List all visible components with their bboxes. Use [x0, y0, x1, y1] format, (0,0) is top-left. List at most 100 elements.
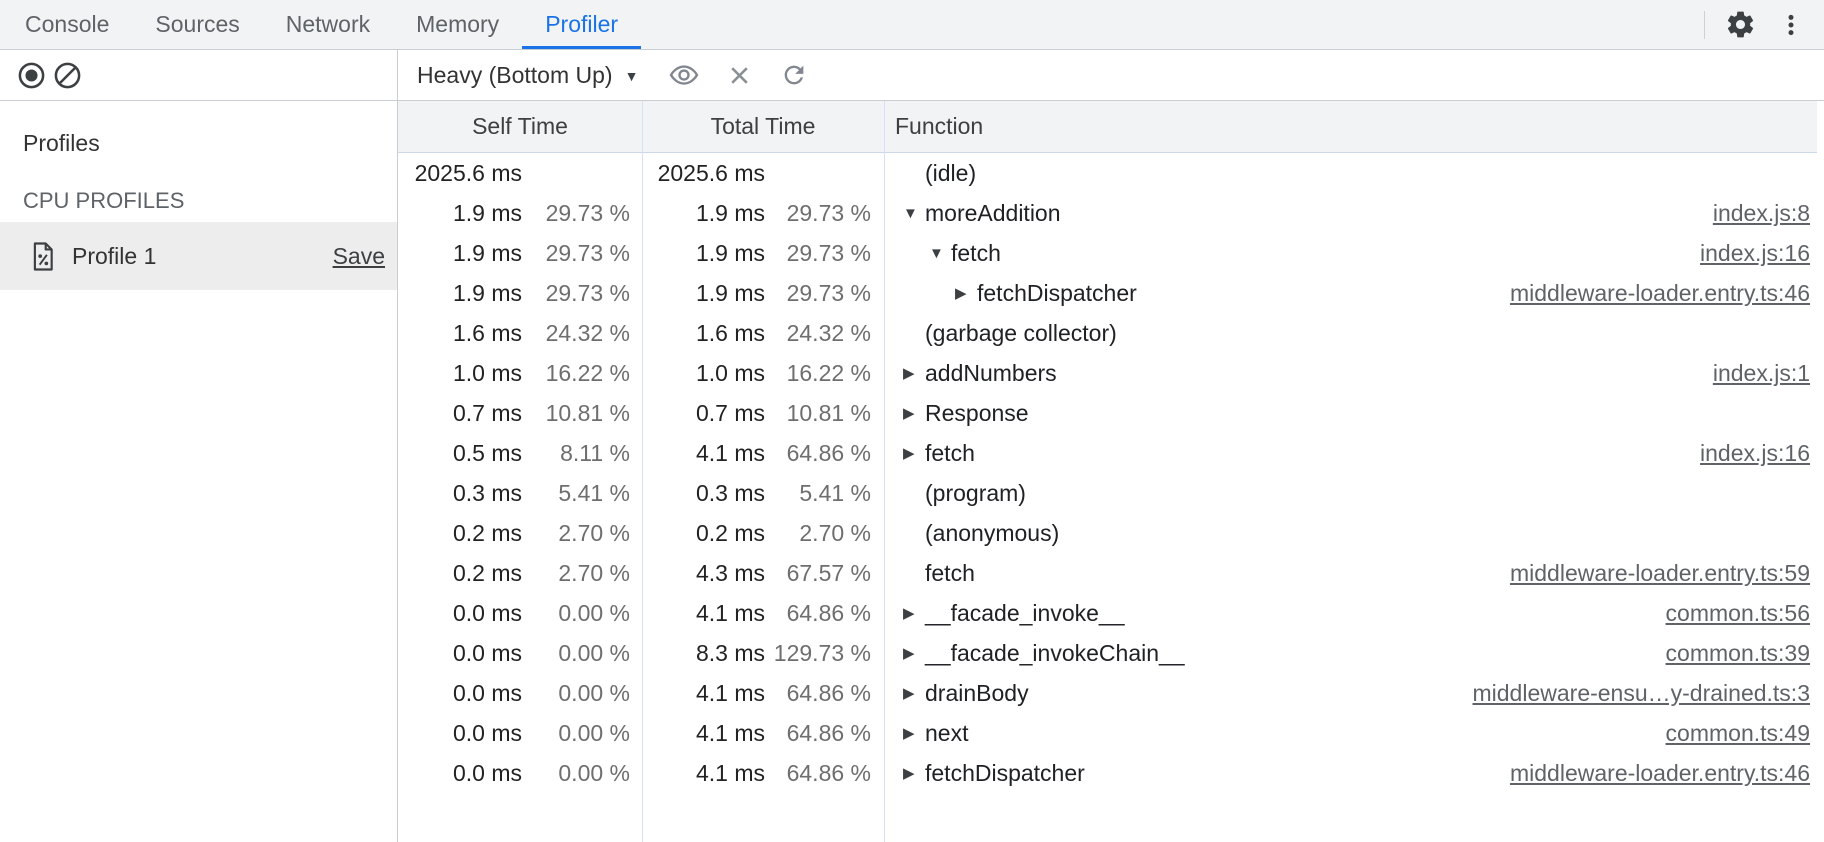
source-location-link[interactable]: middleware-loader.entry.ts:59: [1510, 560, 1824, 587]
exclude-selected-button[interactable]: [726, 62, 753, 89]
table-row[interactable]: 0.0 ms 0.00 % 8.3 ms 129.73 % ▶ __facade…: [398, 633, 1824, 673]
table-row[interactable]: 0.2 ms 2.70 % 0.2 ms 2.70 % (anonymous): [398, 513, 1824, 553]
total-time-cell: 4.1 ms 64.86 %: [642, 720, 884, 747]
self-time-value: 0.5 ms: [398, 440, 522, 467]
total-time-percent: 10.81 %: [765, 400, 871, 427]
tree-expand-arrow-icon[interactable]: ▶: [955, 284, 977, 302]
chevron-down-icon: ▼: [625, 68, 639, 84]
profile-name: Profile 1: [72, 243, 156, 270]
table-row[interactable]: 0.3 ms 5.41 % 0.3 ms 5.41 % (program): [398, 473, 1824, 513]
total-time-percent: 29.73 %: [765, 280, 871, 307]
total-time-percent: 64.86 %: [765, 760, 871, 787]
column-header-function[interactable]: Function: [884, 113, 1817, 140]
column-divider[interactable]: [642, 101, 643, 842]
tree-expand-arrow-icon[interactable]: ▶: [903, 604, 925, 622]
table-row[interactable]: 0.7 ms 10.81 % 0.7 ms 10.81 % ▶ Response: [398, 393, 1824, 433]
focus-selected-button[interactable]: [669, 60, 699, 90]
function-name: __facade_invokeChain__: [925, 640, 1185, 667]
self-time-value: 0.2 ms: [398, 560, 522, 587]
cpu-profiles-section-heading: CPU PROFILES: [23, 181, 397, 221]
source-location-link[interactable]: index.js:16: [1700, 240, 1824, 267]
total-time-cell: 4.1 ms 64.86 %: [642, 440, 884, 467]
source-location-link[interactable]: index.js:1: [1713, 360, 1824, 387]
scrollbar-gutter[interactable]: [1817, 101, 1824, 842]
self-time-percent: 0.00 %: [522, 600, 630, 627]
function-name: fetchDispatcher: [977, 280, 1137, 307]
total-time-percent: 5.41 %: [765, 480, 871, 507]
total-time-cell: 4.1 ms 64.86 %: [642, 760, 884, 787]
table-row[interactable]: 0.0 ms 0.00 % 4.1 ms 64.86 % ▶ next comm…: [398, 713, 1824, 753]
source-location-link[interactable]: index.js:16: [1700, 440, 1824, 467]
tab-memory[interactable]: Memory: [393, 0, 522, 49]
total-time-value: 4.1 ms: [642, 680, 765, 707]
source-location-link[interactable]: common.ts:39: [1666, 640, 1824, 667]
table-row[interactable]: 0.0 ms 0.00 % 4.1 ms 64.86 % ▶ drainBody…: [398, 673, 1824, 713]
source-location-link[interactable]: middleware-loader.entry.ts:46: [1510, 760, 1824, 787]
table-row[interactable]: 1.9 ms 29.73 % 1.9 ms 29.73 % ▼ moreAddi…: [398, 193, 1824, 233]
source-location-link[interactable]: common.ts:49: [1666, 720, 1824, 747]
table-row[interactable]: 1.0 ms 16.22 % 1.0 ms 16.22 % ▶ addNumbe…: [398, 353, 1824, 393]
self-time-percent: 5.41 %: [522, 480, 630, 507]
tab-label: Network: [286, 11, 370, 38]
tree-expand-arrow-icon[interactable]: ▼: [929, 245, 951, 262]
self-time-cell: 0.0 ms 0.00 %: [398, 760, 642, 787]
function-name: (idle): [925, 160, 976, 187]
self-time-cell: 2025.6 ms: [398, 160, 642, 187]
table-row[interactable]: 0.0 ms 0.00 % 4.1 ms 64.86 % ▶ __facade_…: [398, 593, 1824, 633]
tab-network[interactable]: Network: [263, 0, 393, 49]
total-time-value: 4.1 ms: [642, 760, 765, 787]
clear-profiles-button[interactable]: [53, 61, 82, 90]
settings-button[interactable]: [1725, 9, 1756, 40]
more-options-button[interactable]: [1778, 10, 1804, 40]
column-divider[interactable]: [884, 101, 885, 842]
tree-expand-arrow-icon[interactable]: ▶: [903, 724, 925, 742]
table-row[interactable]: 1.9 ms 29.73 % 1.9 ms 29.73 % ▼ fetch in…: [398, 233, 1824, 273]
total-time-percent: 29.73 %: [765, 200, 871, 227]
total-time-percent: 29.73 %: [765, 240, 871, 267]
total-time-value: 8.3 ms: [642, 640, 765, 667]
total-time-value: 4.1 ms: [642, 720, 765, 747]
function-cell: fetch middleware-loader.entry.ts:59: [884, 560, 1824, 587]
table-row[interactable]: 0.0 ms 0.00 % 4.1 ms 64.86 % ▶ fetchDisp…: [398, 753, 1824, 793]
total-time-value: 2025.6 ms: [642, 160, 765, 187]
tree-expand-arrow-icon[interactable]: ▶: [903, 364, 925, 382]
save-profile-link[interactable]: Save: [333, 243, 385, 270]
self-time-percent: 0.00 %: [522, 760, 630, 787]
sidebar-item-profile-1[interactable]: Profile 1 Save: [0, 222, 397, 290]
tab-console[interactable]: Console: [2, 0, 132, 49]
tree-expand-arrow-icon[interactable]: ▼: [903, 205, 925, 222]
table-row[interactable]: 1.9 ms 29.73 % 1.9 ms 29.73 % ▶ fetchDis…: [398, 273, 1824, 313]
source-location-link[interactable]: middleware-ensu…y-drained.ts:3: [1473, 680, 1824, 707]
restore-all-button[interactable]: [780, 61, 808, 89]
table-row[interactable]: 2025.6 ms 2025.6 ms (idle): [398, 153, 1824, 193]
tree-expand-arrow-icon[interactable]: ▶: [903, 764, 925, 782]
tab-profiler[interactable]: Profiler: [522, 0, 641, 49]
table-row[interactable]: 0.5 ms 8.11 % 4.1 ms 64.86 % ▶ fetch ind…: [398, 433, 1824, 473]
self-time-cell: 0.0 ms 0.00 %: [398, 600, 642, 627]
source-location-link[interactable]: common.ts:56: [1666, 600, 1824, 627]
source-location-link[interactable]: middleware-loader.entry.ts:46: [1510, 280, 1824, 307]
view-mode-dropdown[interactable]: Heavy (Bottom Up) ▼: [417, 62, 638, 89]
tree-expand-arrow-icon[interactable]: ▶: [903, 644, 925, 662]
source-location-link[interactable]: index.js:8: [1713, 200, 1824, 227]
function-name: addNumbers: [925, 360, 1057, 387]
column-header-total-time[interactable]: Total Time: [642, 113, 884, 140]
total-time-percent: 129.73 %: [765, 640, 871, 667]
self-time-value: 1.9 ms: [398, 280, 522, 307]
function-name: fetch: [925, 560, 975, 587]
self-time-value: 0.0 ms: [398, 600, 522, 627]
devtools-tab-bar: Console Sources Network Memory Profiler: [0, 0, 1824, 50]
tree-expand-arrow-icon[interactable]: ▶: [903, 444, 925, 462]
tree-expand-arrow-icon[interactable]: ▶: [903, 684, 925, 702]
tree-expand-arrow-icon[interactable]: ▶: [903, 404, 925, 422]
function-name: next: [925, 720, 968, 747]
tab-sources[interactable]: Sources: [132, 0, 262, 49]
profile-document-icon: [30, 241, 56, 272]
column-header-self-time[interactable]: Self Time: [398, 113, 642, 140]
function-cell: ▶ __facade_invokeChain__ common.ts:39: [884, 640, 1824, 667]
table-row[interactable]: 0.2 ms 2.70 % 4.3 ms 67.57 % fetch middl…: [398, 553, 1824, 593]
table-row[interactable]: 1.6 ms 24.32 % 1.6 ms 24.32 % (garbage c…: [398, 313, 1824, 353]
self-time-cell: 1.9 ms 29.73 %: [398, 240, 642, 267]
record-profile-button[interactable]: [17, 61, 46, 90]
function-name: fetchDispatcher: [925, 760, 1085, 787]
